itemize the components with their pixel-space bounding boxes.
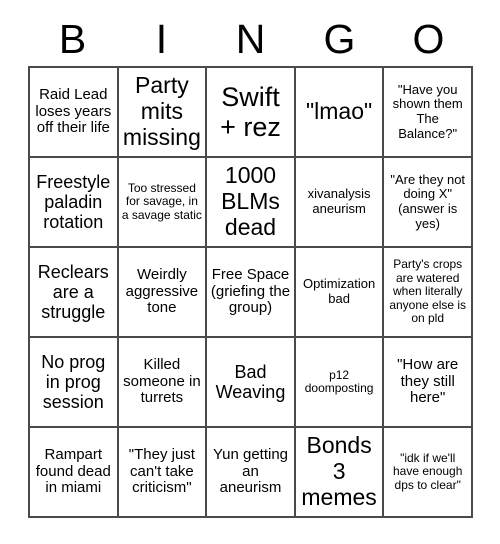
bingo-header-letter-b: B [58,15,87,62]
bingo-cell[interactable]: "lmao" [295,68,385,158]
bingo-cell-label: Freestyle paladin rotation [36,171,111,233]
bingo-cell-label: Yun getting an aneurism [212,445,289,497]
bingo-cell[interactable]: "idk if we'll have enough dps to clear" [384,428,473,518]
bingo-cell[interactable]: p12 doomposting [295,338,385,428]
bingo-cell-label: No prog in prog session [41,351,106,413]
bingo-header-letter-i: I [155,15,168,62]
bingo-cell[interactable]: Bad Weaving [207,338,296,428]
bingo-cell-label: "How are they still here" [397,355,459,407]
bingo-cell[interactable]: "They just can't take criticism" [118,428,208,518]
bingo-cell[interactable]: Party's crops are watered when literally… [384,248,473,338]
bingo-cell[interactable]: Yun getting an aneurism [207,428,296,518]
bingo-cell-label: Killed someone in turrets [123,355,201,407]
bingo-cell-label: Party's crops are watered when literally… [389,257,467,326]
bingo-cell-label: Party mits missing [122,72,201,150]
bingo-cell[interactable]: No prog in prog session [30,338,119,428]
bingo-cell-label: Bonds 3 memes [301,432,377,510]
bingo-cell[interactable]: Optimization bad [295,248,385,338]
bingo-cell[interactable]: Raid Lead loses years off their life [30,68,119,158]
bingo-cell-label: Swift + rez [220,81,281,142]
bingo-cell[interactable]: xivanalysis aneurism [295,158,385,248]
bingo-cell[interactable]: "Have you shown them The Balance?" [384,68,473,158]
bingo-free-space-cell[interactable]: Free Space (griefing the group) [207,248,296,338]
bingo-cell[interactable]: Freestyle paladin rotation [30,158,119,248]
bingo-header-letter-n: N [235,15,266,62]
bingo-cell-label: 1000 BLMs dead [221,162,280,240]
bingo-cell-label: xivanalysis aneurism [307,186,371,216]
bingo-cell-label: p12 doomposting [304,367,374,395]
bingo-cell[interactable]: "How are they still here" [384,338,473,428]
bingo-cell[interactable]: "Are they not doing X" (answer is yes) [384,158,473,248]
bingo-cell[interactable]: 1000 BLMs dead [207,158,296,248]
bingo-cell[interactable]: Party mits missing [118,68,208,158]
bingo-header-row: B I N G O [28,12,473,66]
bingo-cell-label: "lmao" [306,98,373,125]
bingo-cell[interactable]: Too stressed for savage, in a savage sta… [118,158,208,248]
bingo-grid: Raid Lead loses years off their life Par… [28,66,473,518]
bingo-cell-label: Rampart found dead in miami [35,445,111,497]
bingo-header-letter-g: G [323,15,356,62]
bingo-cell-label: Too stressed for savage, in a savage sta… [121,180,202,222]
bingo-cell-label: "They just can't take criticism" [128,445,195,497]
bingo-cell-label: "Have you shown them The Balance?" [392,81,463,141]
bingo-free-space-label: Free Space (griefing the group) [210,265,291,317]
bingo-header-letter-o: O [412,15,445,62]
bingo-cell[interactable]: Rampart found dead in miami [30,428,119,518]
bingo-cell[interactable]: Killed someone in turrets [118,338,208,428]
bingo-card: B I N G O Raid Lead loses years off thei… [0,0,500,544]
bingo-cell-label: Optimization bad [302,276,376,306]
bingo-cell-label: "Are they not doing X" (answer is yes) [390,171,466,231]
bingo-cell-label: Bad Weaving [215,361,286,402]
bingo-cell-label: Reclears are a struggle [37,261,109,323]
bingo-cell[interactable]: Bonds 3 memes [295,428,385,518]
bingo-cell[interactable]: Reclears are a struggle [30,248,119,338]
bingo-cell[interactable]: Swift + rez [207,68,296,158]
bingo-cell[interactable]: Weirdly aggressive tone [118,248,208,338]
bingo-cell-label: Raid Lead loses years off their life [35,85,112,137]
bingo-cell-label: "idk if we'll have enough dps to clear" [392,450,463,492]
bingo-cell-label: Weirdly aggressive tone [125,265,199,317]
